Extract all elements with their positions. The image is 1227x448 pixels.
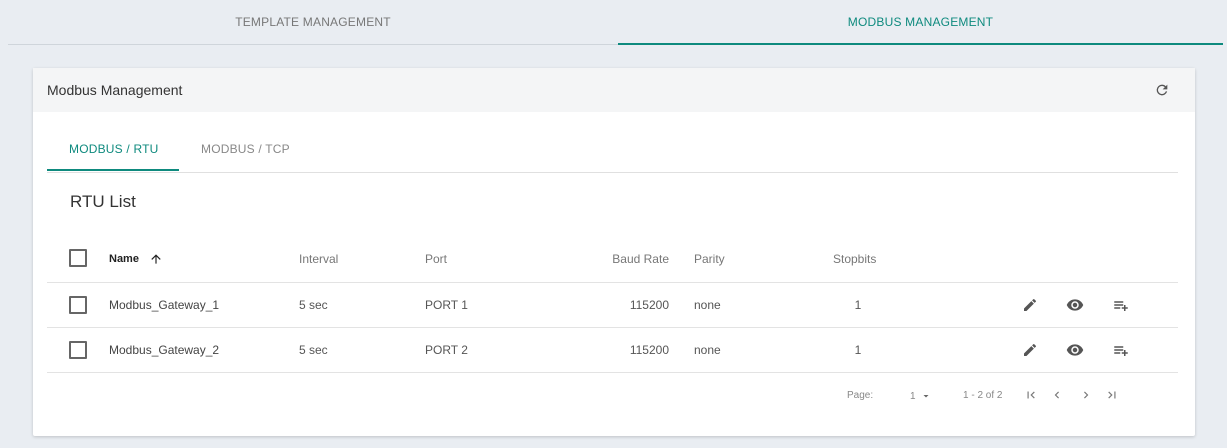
first-page-button[interactable] xyxy=(1023,386,1039,404)
cell-interval: 5 sec xyxy=(299,298,328,312)
chevron-right-icon xyxy=(1084,391,1089,399)
page-label: Page: xyxy=(847,390,874,401)
modbus-management-card: Modbus Management MODBUS / RTU MODBUS / … xyxy=(33,68,1195,436)
cell-name: Modbus_Gateway_2 xyxy=(109,343,220,357)
row-checkbox[interactable] xyxy=(69,341,87,359)
row-checkbox[interactable] xyxy=(69,296,87,314)
eye-icon xyxy=(1066,299,1084,311)
edit-button[interactable] xyxy=(1019,340,1041,360)
playlist-add-icon xyxy=(1114,301,1128,311)
top-tab-bar: TEMPLATE MANAGEMENT MODBUS MANAGEMENT xyxy=(8,0,1227,46)
refresh-button[interactable] xyxy=(1151,79,1173,101)
column-name-label: Name xyxy=(109,253,139,265)
rtu-table: Name Interval Port Baud Rate Parity Stop… xyxy=(47,236,1178,373)
page-range: 1 - 2 of 2 xyxy=(963,390,1003,401)
tab-modbus-rtu[interactable]: MODBUS / RTU xyxy=(69,142,159,156)
column-header-parity: Parity xyxy=(694,252,725,266)
view-button[interactable] xyxy=(1064,295,1086,315)
tab-template-management[interactable]: TEMPLATE MANAGEMENT xyxy=(8,0,618,45)
cell-name: Modbus_Gateway_1 xyxy=(109,298,220,312)
column-header-baud-rate: Baud Rate xyxy=(612,252,669,266)
page-select[interactable]: 1 xyxy=(910,390,932,402)
cell-port: PORT 1 xyxy=(425,298,468,312)
previous-page-button[interactable] xyxy=(1049,386,1065,404)
dropdown-arrow-icon xyxy=(923,395,929,398)
cell-parity: none xyxy=(694,298,721,312)
last-page-button[interactable] xyxy=(1104,386,1120,404)
first-page-icon xyxy=(1027,391,1035,399)
edit-button[interactable] xyxy=(1019,295,1041,315)
next-page-button[interactable] xyxy=(1078,386,1094,404)
add-to-list-button[interactable] xyxy=(1110,340,1132,360)
tab-modbus-tcp[interactable]: MODBUS / TCP xyxy=(201,142,290,156)
tab-modbus-management[interactable]: MODBUS MANAGEMENT xyxy=(618,0,1223,45)
cell-interval: 5 sec xyxy=(299,343,328,357)
list-title: RTU List xyxy=(70,192,136,211)
cell-baud-rate: 115200 xyxy=(629,343,669,357)
card-header: Modbus Management xyxy=(33,68,1195,112)
last-page-icon xyxy=(1108,391,1116,399)
table-row: Modbus_Gateway_1 5 sec PORT 1 115200 non… xyxy=(47,283,1178,328)
table-header-row: Name Interval Port Baud Rate Parity Stop… xyxy=(47,236,1178,283)
cell-baud-rate: 115200 xyxy=(629,298,669,312)
cell-port: PORT 2 xyxy=(425,343,468,357)
chevron-left-icon xyxy=(1054,391,1059,399)
view-button[interactable] xyxy=(1064,340,1086,360)
page-select-value: 1 xyxy=(910,390,916,402)
column-header-name[interactable]: Name xyxy=(109,236,163,282)
pencil-icon xyxy=(1024,343,1037,356)
add-to-list-button[interactable] xyxy=(1110,295,1132,315)
select-all-checkbox[interactable] xyxy=(69,249,87,267)
pencil-icon xyxy=(1024,298,1037,311)
card-title: Modbus Management xyxy=(47,82,183,98)
active-tab-indicator xyxy=(47,169,179,171)
cell-parity: none xyxy=(694,343,721,357)
protocol-tabs: MODBUS / RTU MODBUS / TCP xyxy=(47,112,1178,173)
sort-ascending-icon[interactable] xyxy=(149,252,163,266)
cell-stopbits: 1 xyxy=(854,298,862,312)
column-header-interval: Interval xyxy=(299,252,339,266)
column-header-port: Port xyxy=(425,252,448,266)
pagination: Page: 1 1 - 2 of 2 xyxy=(47,374,1178,418)
playlist-add-icon xyxy=(1114,346,1128,356)
eye-icon xyxy=(1066,344,1084,356)
column-header-stopbits: Stopbits xyxy=(833,252,877,266)
table-row: Modbus_Gateway_2 5 sec PORT 2 115200 non… xyxy=(47,328,1178,373)
cell-stopbits: 1 xyxy=(854,343,862,357)
refresh-icon xyxy=(1156,84,1168,96)
